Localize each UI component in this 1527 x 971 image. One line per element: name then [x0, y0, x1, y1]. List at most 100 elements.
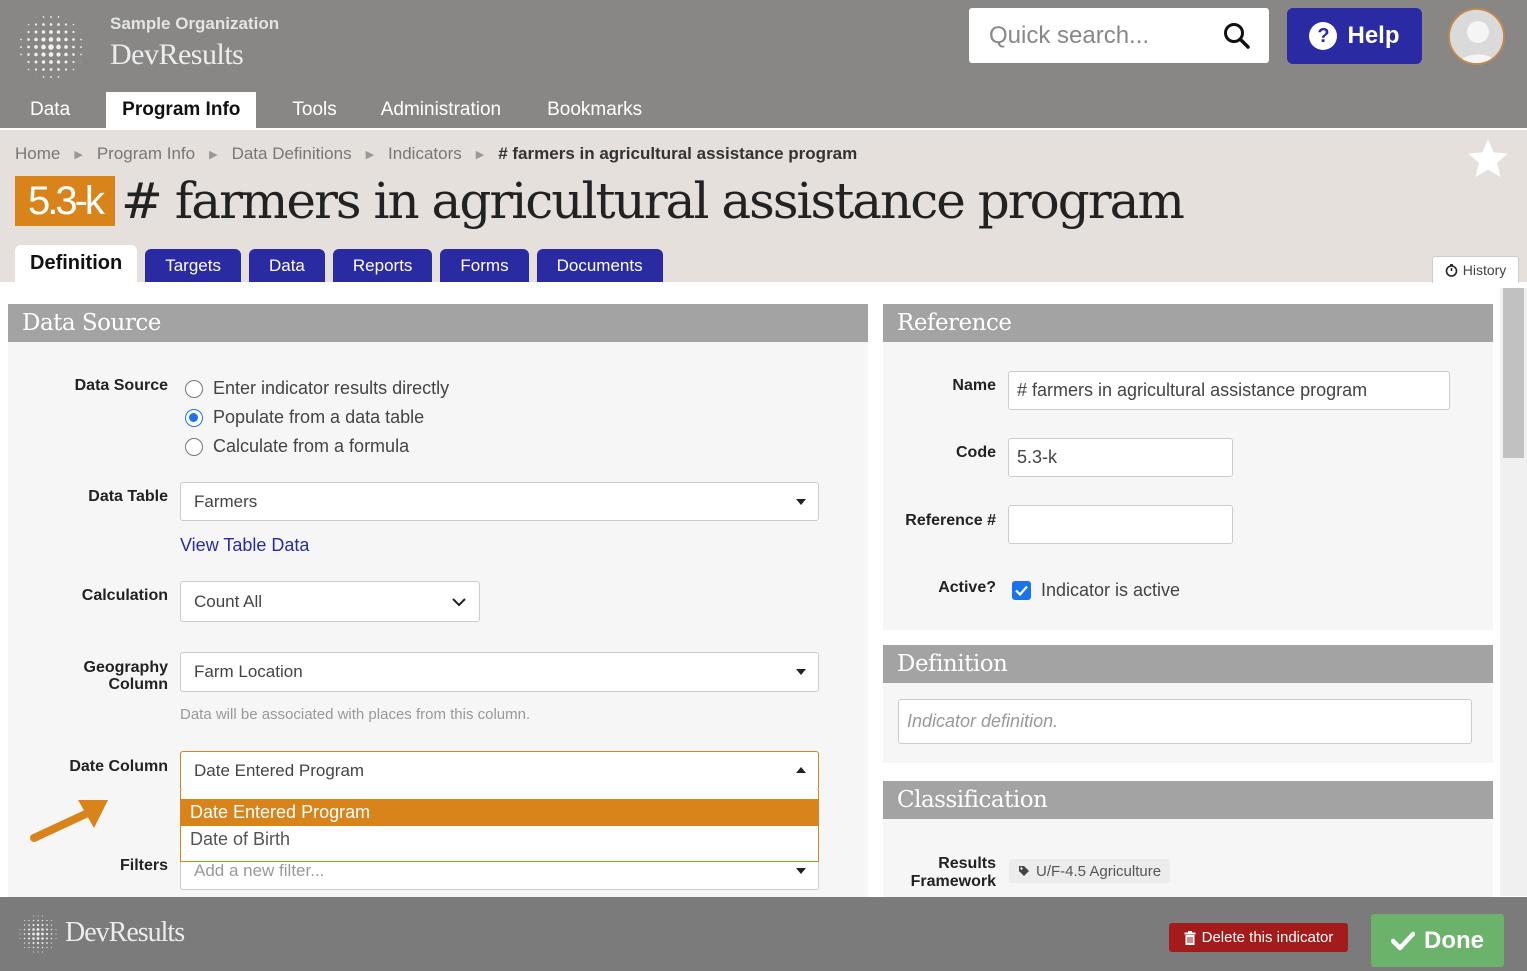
tab-reports[interactable]: Reports: [332, 249, 433, 282]
active-checkbox[interactable]: [1012, 581, 1031, 600]
data-source-panel-header: Data Source: [8, 304, 868, 342]
checkmark-icon: [1015, 585, 1028, 596]
breadcrumb-separator-icon: ▶: [209, 148, 218, 161]
nav-administration[interactable]: Administration: [365, 92, 517, 128]
stopwatch-icon: [1445, 263, 1458, 277]
search-input[interactable]: [969, 8, 1219, 63]
checkmark-icon: [1391, 931, 1415, 950]
geography-column-select[interactable]: Farm Location: [180, 652, 819, 692]
caret-down-icon: [796, 867, 806, 874]
geography-column-label: Geography Column: [30, 659, 168, 693]
help-button[interactable]: ? Help: [1287, 8, 1422, 64]
done-button-label: Done: [1424, 926, 1484, 954]
definition-input[interactable]: [898, 699, 1472, 744]
radio-button[interactable]: [185, 379, 203, 398]
radio-populate-from-table[interactable]: Populate from a data table: [185, 407, 424, 428]
chevron-down-icon: [452, 597, 466, 606]
quick-search: [969, 8, 1269, 63]
help-button-label: Help: [1347, 22, 1400, 49]
geography-help-text: Data will be associated with places from…: [180, 706, 531, 723]
nav-bookmarks[interactable]: Bookmarks: [531, 92, 658, 128]
code-input[interactable]: [1008, 438, 1233, 477]
tab-definition[interactable]: Definition: [15, 245, 138, 282]
caret-down-icon: [796, 498, 806, 505]
calculation-value: Count All: [194, 591, 263, 611]
geography-label-line-1: Geography: [83, 659, 168, 676]
search-icon[interactable]: [1223, 22, 1251, 50]
data-source-label: Data Source: [74, 377, 168, 394]
history-label: History: [1462, 262, 1507, 278]
date-column-value: Date Entered Program: [194, 761, 365, 780]
scrollbar[interactable]: [1500, 288, 1527, 896]
breadcrumb-program-info[interactable]: Program Info: [97, 144, 195, 164]
avatar[interactable]: [1448, 8, 1505, 65]
tab-targets[interactable]: Targets: [145, 249, 241, 282]
dropdown-option-date-entered[interactable]: Date Entered Program: [181, 799, 818, 826]
page-header: Home ▶ Program Info ▶ Data Definitions ▶…: [0, 130, 1527, 283]
star-icon[interactable]: [1466, 136, 1510, 180]
breadcrumb-data-definitions[interactable]: Data Definitions: [232, 144, 352, 164]
delete-button-label: Delete this indicator: [1201, 929, 1334, 946]
question-circle-icon: ?: [1309, 22, 1338, 50]
tab-documents[interactable]: Documents: [536, 249, 663, 282]
indicator-code-badge: 5.3-k: [15, 176, 115, 226]
pointer-arrow-icon: [30, 800, 108, 842]
breadcrumb-home[interactable]: Home: [15, 144, 60, 164]
globe-logo-icon[interactable]: [16, 12, 86, 82]
tab-data[interactable]: Data: [248, 249, 325, 282]
radio-enter-directly[interactable]: Enter indicator results directly: [185, 378, 449, 399]
radio-button-selected[interactable]: [185, 408, 203, 427]
radio-label: Populate from a data table: [213, 407, 425, 427]
radio-label: Enter indicator results directly: [213, 378, 450, 398]
radio-calculate-formula[interactable]: Calculate from a formula: [185, 436, 409, 457]
radio-button[interactable]: [185, 437, 203, 456]
breadcrumb-indicators[interactable]: Indicators: [388, 144, 462, 164]
reference-number-label: Reference #: [905, 512, 996, 529]
date-column-label: Date Column: [69, 758, 168, 775]
geography-column-value: Farm Location: [194, 662, 303, 681]
results-framework-label-line-2: Framework: [910, 873, 996, 890]
active-checkbox-label: Indicator is active: [1041, 580, 1181, 600]
filters-label: Filters: [119, 857, 168, 874]
date-column-dropdown: Date Entered Program Date of Birth: [180, 790, 819, 862]
filters-placeholder: Add a new filter...: [194, 860, 325, 880]
nav-tools[interactable]: Tools: [276, 92, 352, 128]
breadcrumb-separator-icon: ▶: [475, 148, 485, 161]
code-label: Code: [956, 444, 996, 461]
caret-down-icon: [796, 669, 806, 675]
results-framework-tag[interactable]: U/F-4.5 Agriculture: [1009, 859, 1171, 883]
view-table-data-link[interactable]: View Table Data: [180, 535, 309, 556]
tag-icon: [1019, 866, 1029, 876]
results-framework-label: Results Framework: [890, 855, 996, 891]
definition-panel-header: Definition: [883, 645, 1493, 683]
radio-label: Calculate from a formula: [213, 436, 410, 456]
nav-program-info[interactable]: Program Info: [106, 92, 257, 128]
results-framework-tag-label: U/F-4.5 Agriculture: [1036, 862, 1162, 880]
top-header: Sample Organization DevResults ? Help Da…: [0, 0, 1527, 128]
done-button[interactable]: Done: [1371, 914, 1504, 967]
tab-forms[interactable]: Forms: [440, 249, 529, 282]
footer-logo-text: DevResults: [65, 917, 185, 948]
breadcrumb-current: # farmers in agricultural assistance pro…: [498, 144, 858, 163]
caret-up-icon: [796, 767, 806, 773]
history-button[interactable]: History: [1432, 256, 1519, 283]
scrollbar-thumb[interactable]: [1503, 288, 1524, 458]
date-column-select[interactable]: Date Entered Program: [180, 751, 819, 791]
classification-panel-header: Classification: [883, 781, 1493, 819]
name-input[interactable]: [1008, 371, 1450, 410]
calculation-select[interactable]: Count All: [180, 581, 480, 622]
footer-bar: DevResults Delete this indicator Done: [0, 897, 1527, 971]
globe-logo-icon: [19, 915, 57, 953]
reference-number-input[interactable]: [1008, 505, 1233, 544]
data-table-select[interactable]: Farmers: [180, 482, 819, 521]
nav-data[interactable]: Data: [14, 92, 86, 128]
app-name: DevResults: [110, 38, 244, 71]
delete-indicator-button[interactable]: Delete this indicator: [1169, 923, 1348, 952]
trash-icon: [1184, 930, 1196, 945]
breadcrumb: Home ▶ Program Info ▶ Data Definitions ▶…: [15, 144, 857, 164]
results-framework-label-line-1: Results: [938, 855, 996, 872]
main-nav: Data Program Info Tools Administration B…: [0, 92, 658, 128]
dropdown-option-date-of-birth[interactable]: Date of Birth: [181, 826, 818, 853]
data-table-value: Farmers: [194, 491, 258, 511]
indicator-tabs: Definition Targets Data Reports Forms Do…: [15, 245, 671, 282]
